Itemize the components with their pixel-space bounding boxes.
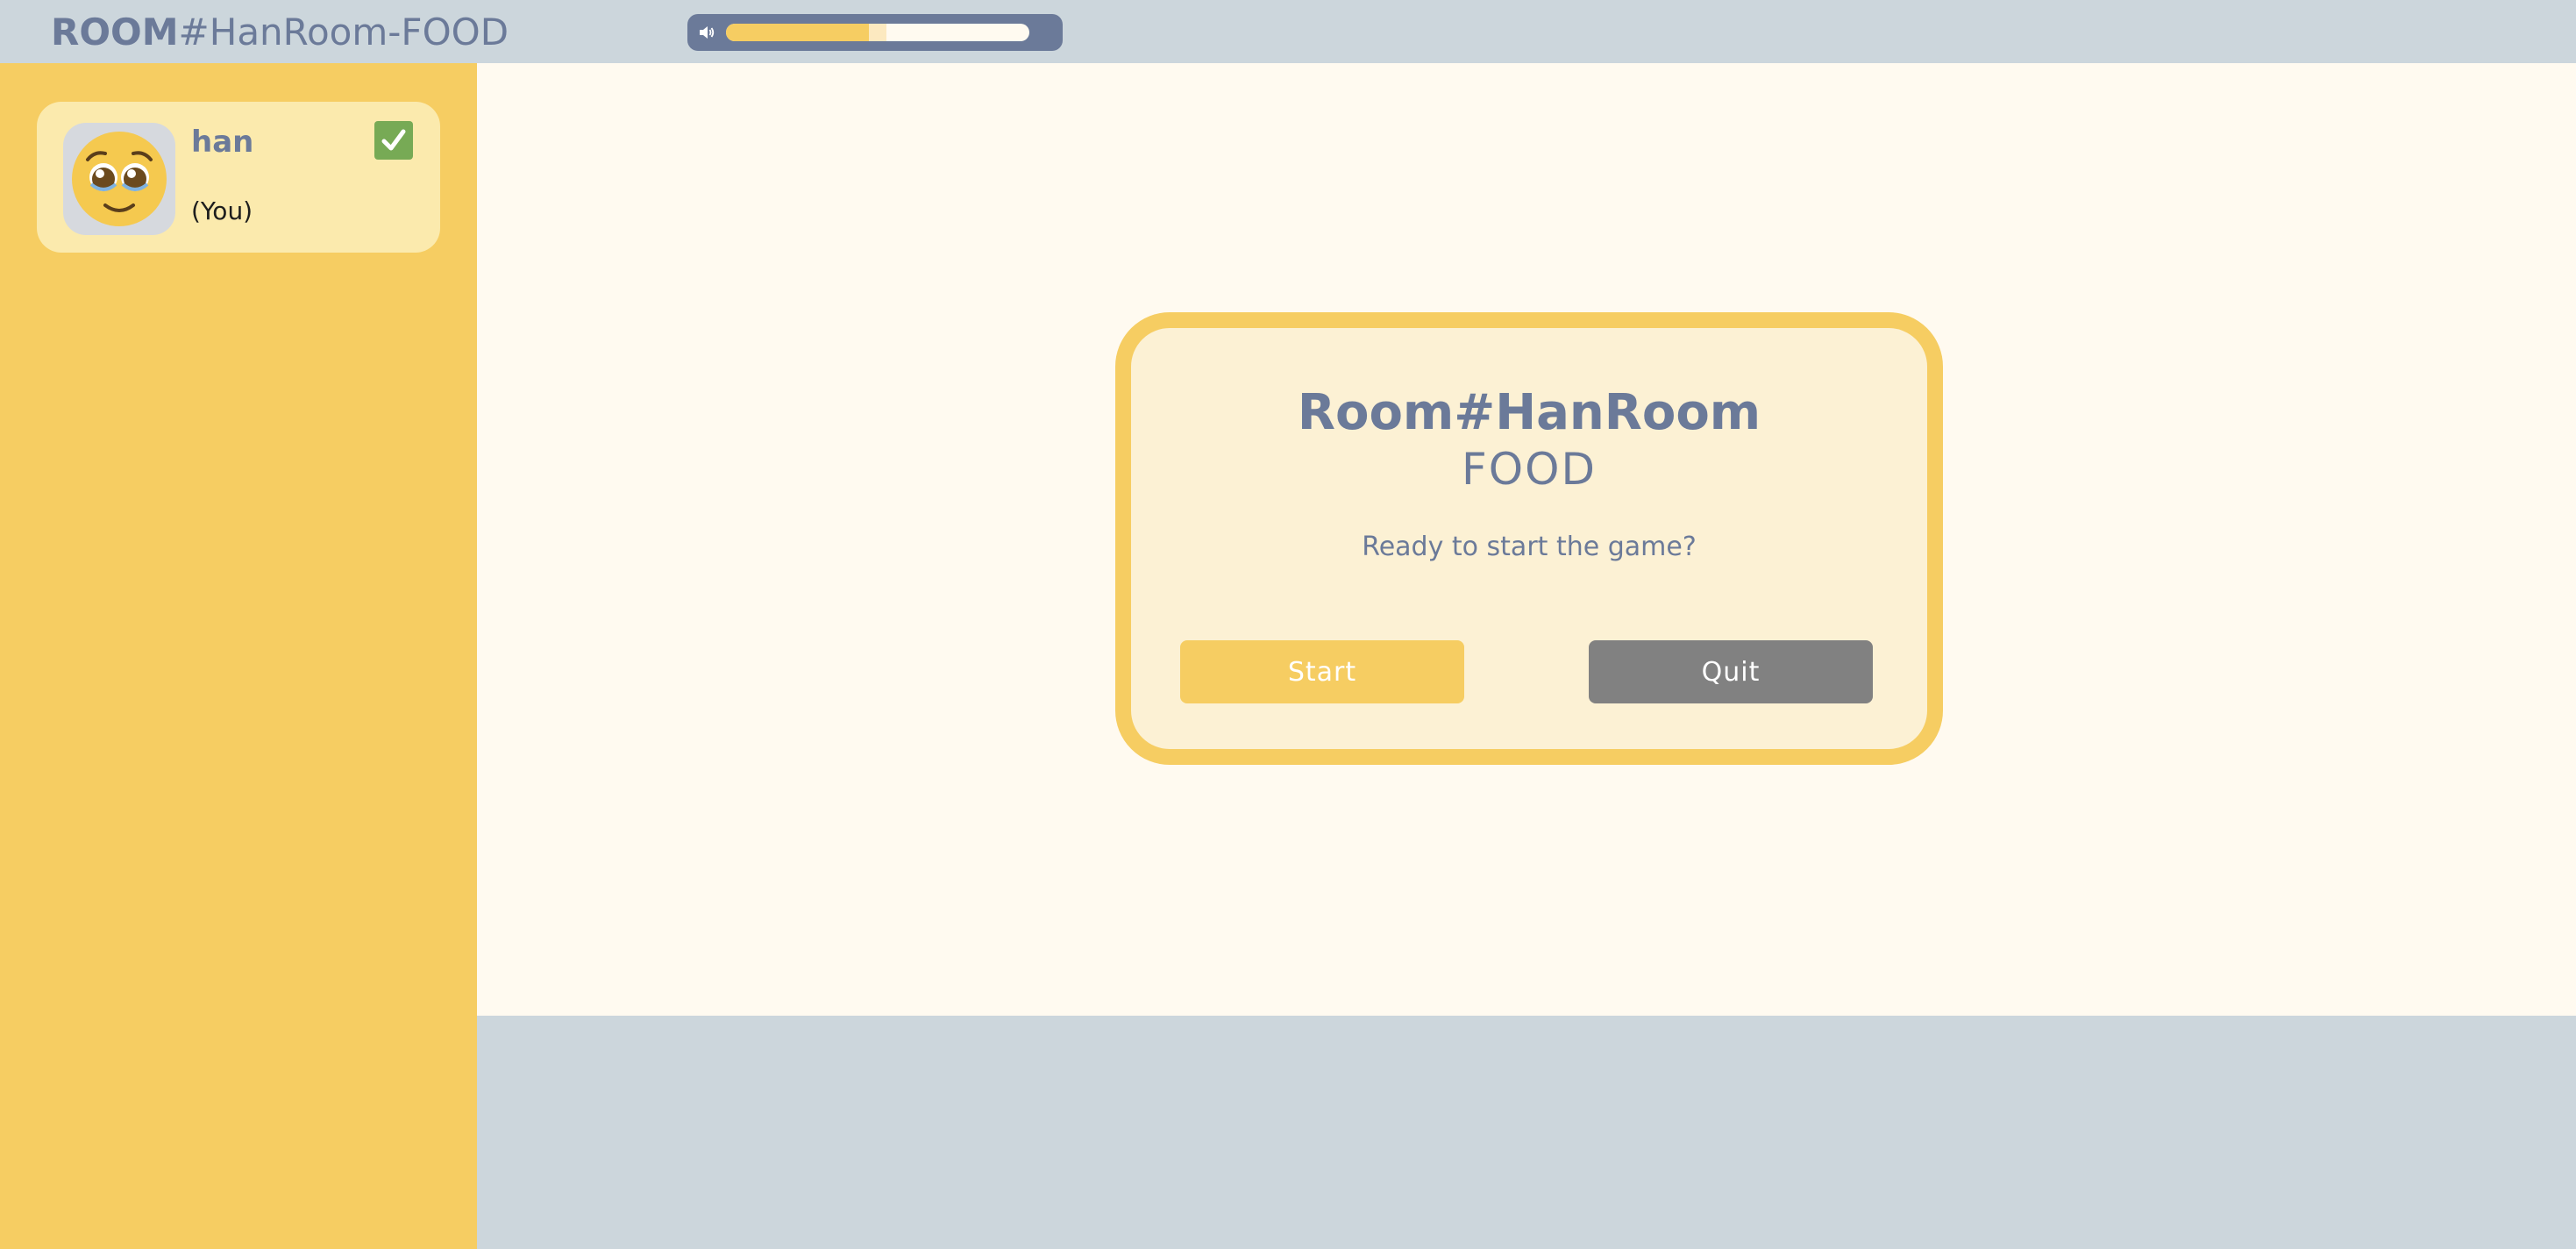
page-title: ROOM #HanRoom-FOOD bbox=[51, 9, 509, 54]
volume-control[interactable] bbox=[687, 14, 1063, 51]
player-name: han bbox=[191, 125, 254, 160]
volume-level bbox=[726, 24, 869, 41]
start-game-dialog: Room#HanRoom FOOD Ready to start the gam… bbox=[1115, 312, 1943, 765]
pleading-face-icon bbox=[72, 132, 167, 226]
start-button[interactable]: Start bbox=[1180, 640, 1464, 703]
top-bar: ROOM #HanRoom-FOOD bbox=[0, 0, 2576, 63]
room-name-label: #HanRoom-FOOD bbox=[178, 10, 509, 54]
dialog-category: FOOD bbox=[1462, 444, 1597, 495]
dialog-title: Room#HanRoom bbox=[1297, 384, 1761, 441]
dialog-question: Ready to start the game? bbox=[1362, 532, 1697, 562]
quit-button[interactable]: Quit bbox=[1589, 640, 1873, 703]
volume-slider[interactable] bbox=[726, 24, 1029, 41]
player-card: han (You) bbox=[37, 102, 440, 253]
player-self-tag: (You) bbox=[191, 196, 253, 225]
speaker-icon[interactable] bbox=[687, 24, 726, 41]
checkmark-icon bbox=[374, 121, 413, 160]
brand-label: ROOM bbox=[51, 10, 179, 54]
volume-buffer bbox=[868, 24, 887, 41]
main-area: Room#HanRoom FOOD Ready to start the gam… bbox=[477, 63, 2576, 1016]
avatar bbox=[63, 123, 175, 235]
players-sidebar: han (You) bbox=[0, 63, 477, 1249]
